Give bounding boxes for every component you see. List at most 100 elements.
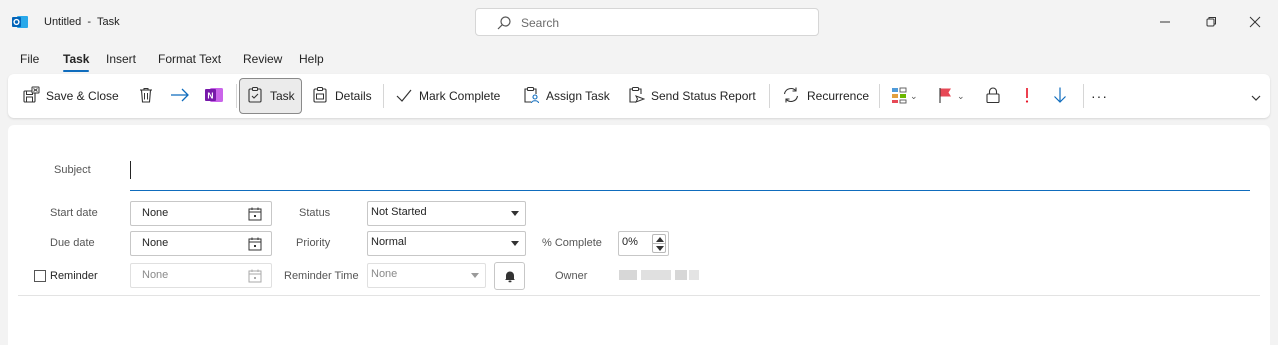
ribbon-toolbar: Save & Close N Task Details Mark Complet… [8,74,1270,118]
mark-complete-label: Mark Complete [419,89,501,103]
due-date-picker[interactable]: None [130,231,272,256]
details-icon [311,86,329,107]
spin-divider [653,243,665,244]
tab-file[interactable]: File [20,52,39,66]
checkmark-icon [395,86,413,107]
due-date-label: Due date [50,237,95,249]
high-importance-button[interactable] [1022,78,1032,114]
subject-input[interactable] [130,155,1250,189]
priority-dropdown[interactable]: Normal [367,231,526,256]
start-date-picker[interactable]: None [130,201,272,226]
reminder-time-label: Reminder Time [284,270,359,282]
ribbon-divider [236,84,237,108]
text-cursor [130,161,131,179]
dropdown-arrow-icon [511,241,519,246]
ribbon-divider [879,84,880,108]
forward-button[interactable] [169,78,191,114]
search-icon [496,15,512,31]
task-view-button[interactable]: Task [239,78,302,114]
window-title: Untitled - Task [44,16,120,28]
spin-down-icon[interactable] [656,246,664,251]
details-button[interactable]: Details [311,78,372,114]
spin-buttons[interactable] [652,234,666,253]
delete-icon [137,86,155,107]
task-icon [246,86,264,107]
reminder-time-dropdown[interactable]: None [367,263,486,288]
onenote-button[interactable]: N [204,78,224,114]
minimize-icon[interactable] [1155,12,1175,32]
onenote-icon: N [204,86,224,107]
recurrence-button[interactable]: Recurrence [781,78,869,114]
percent-complete-label: % Complete [542,237,602,249]
mark-complete-button[interactable]: Mark Complete [395,78,500,114]
send-status-icon [627,86,646,107]
ribbon-divider [1083,84,1084,108]
dropdown-arrow-icon [471,273,479,278]
forward-icon [169,86,191,107]
categorize-button[interactable]: ⌄ [890,78,918,114]
tab-review[interactable]: Review [243,52,282,66]
tab-format-text[interactable]: Format Text [158,52,221,66]
tab-help[interactable]: Help [299,52,324,66]
search-box[interactable]: Search [475,8,819,36]
percent-complete-value: 0% [622,236,638,248]
reminder-label: Reminder [50,270,98,282]
ribbon-divider [769,84,770,108]
assign-task-icon [522,86,540,107]
calendar-icon[interactable] [248,269,262,283]
restore-icon[interactable] [1201,12,1221,32]
save-close-button[interactable]: Save & Close [22,78,119,114]
reminder-date-picker[interactable]: None [130,263,272,288]
spin-up-icon[interactable] [656,237,664,242]
status-label: Status [299,207,331,219]
reminder-date-value: None [142,269,169,281]
owner-name-redacted [619,270,699,280]
active-tab-indicator [63,70,89,72]
low-importance-button[interactable] [1051,78,1069,114]
delete-button[interactable] [137,78,155,114]
priority-label: Priority [296,237,331,249]
owner-label: Owner [555,270,588,282]
tab-insert[interactable]: Insert [106,52,136,66]
subject-label: Subject [54,164,91,176]
low-importance-icon [1051,86,1069,107]
details-label: Details [335,89,372,103]
priority-value: Normal [371,236,407,248]
task-view-label: Task [270,89,295,103]
more-options-label: ··· [1091,88,1108,104]
ribbon-expand-button[interactable] [1250,90,1262,108]
calendar-icon[interactable] [248,237,262,251]
assign-task-button[interactable]: Assign Task [522,78,610,114]
send-status-report-button[interactable]: Send Status Report [627,78,756,114]
send-status-report-label: Send Status Report [651,89,756,103]
save-close-label: Save & Close [46,89,119,103]
status-dropdown[interactable]: Not Started [367,201,526,226]
private-button[interactable] [984,78,1002,114]
dropdown-arrow-icon [511,211,519,216]
more-options-button[interactable]: ··· [1091,78,1108,114]
percent-complete-stepper[interactable]: 0% [618,231,669,256]
chevron-down-icon: ⌄ [957,90,965,101]
reminder-time-value: None [371,268,398,280]
chevron-down-icon: ⌄ [910,90,918,101]
recurrence-icon [781,86,801,107]
bell-icon [503,269,517,286]
subject-underline [130,190,1250,191]
task-form: Subject Start date None Status Not Start… [8,125,1270,345]
calendar-icon[interactable] [248,207,262,221]
save-close-icon [22,86,40,107]
tab-task[interactable]: Task [63,52,89,66]
high-importance-icon [1022,86,1032,107]
form-divider [18,295,1260,296]
recurrence-label: Recurrence [807,89,870,103]
ribbon-expand-icon [1250,92,1262,107]
reminder-checkbox[interactable] [34,270,46,282]
status-value: Not Started [371,206,427,218]
outlook-icon [12,15,28,29]
private-lock-icon [984,86,1002,107]
start-date-label: Start date [50,207,98,219]
close-icon[interactable] [1245,12,1265,32]
reminder-sound-button[interactable] [494,262,525,290]
flag-icon [937,86,955,107]
follow-up-flag-button[interactable]: ⌄ [937,78,965,114]
